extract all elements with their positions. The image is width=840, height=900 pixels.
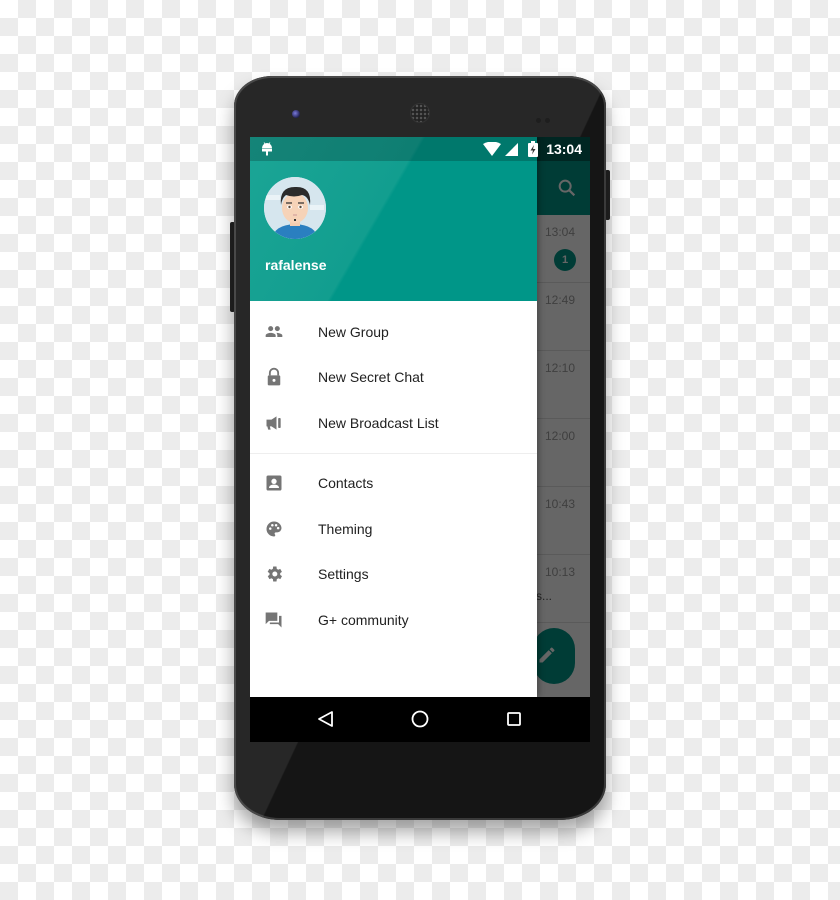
earpiece-speaker [410, 103, 430, 123]
menu-label: Theming [318, 520, 373, 537]
battery-charging-icon [528, 141, 539, 157]
drawer-menu: New Group New Secret Chat New Broadcast … [250, 309, 537, 643]
palette-icon [266, 521, 282, 537]
recents-icon[interactable] [504, 709, 524, 729]
navigation-drawer: rafalense New Group New Secret Chat New … [250, 137, 537, 697]
menu-label: Contacts [318, 475, 374, 492]
forum-icon [265, 612, 282, 628]
drawer-header: rafalense [250, 137, 537, 301]
username: rafalense [265, 257, 327, 273]
status-clock: 13:04 [546, 141, 582, 157]
back-icon[interactable] [316, 709, 336, 729]
front-camera [292, 110, 300, 118]
avatar[interactable] [264, 177, 326, 239]
status-bar: 13:04 [250, 137, 590, 161]
menu-divider [250, 452, 537, 454]
menu-item-new-secret-chat[interactable]: New Secret Chat [250, 355, 537, 401]
group-icon [265, 325, 283, 337]
contact-icon [266, 475, 282, 491]
system-nav-bar [250, 697, 590, 742]
menu-item-contacts[interactable]: Contacts [250, 461, 537, 507]
home-icon[interactable] [410, 709, 430, 729]
phone-screen: 13:04 1 12:49 12:10 12:00 10:43 10:13 s.… [250, 137, 590, 742]
menu-item-settings[interactable]: Settings [250, 552, 537, 598]
menu-label: New Secret Chat [318, 369, 424, 386]
menu-item-new-group[interactable]: New Group [250, 309, 537, 355]
menu-label: Settings [318, 566, 369, 583]
menu-label: New Broadcast List [318, 414, 439, 431]
lock-icon [267, 368, 281, 386]
proximity-sensors [536, 110, 556, 123]
menu-item-g-plus-community[interactable]: G+ community [250, 597, 537, 643]
cell-signal-icon [505, 142, 519, 156]
status-icons: 13:04 [483, 140, 582, 158]
menu-item-theming[interactable]: Theming [250, 506, 537, 552]
android-debug-icon [262, 142, 272, 156]
menu-item-new-broadcast-list[interactable]: New Broadcast List [250, 400, 537, 446]
menu-label: New Group [318, 323, 389, 340]
megaphone-icon [266, 416, 281, 430]
avatar-image [264, 177, 326, 239]
gear-icon [267, 566, 282, 582]
menu-label: G+ community [318, 611, 409, 628]
wifi-icon [483, 142, 502, 156]
